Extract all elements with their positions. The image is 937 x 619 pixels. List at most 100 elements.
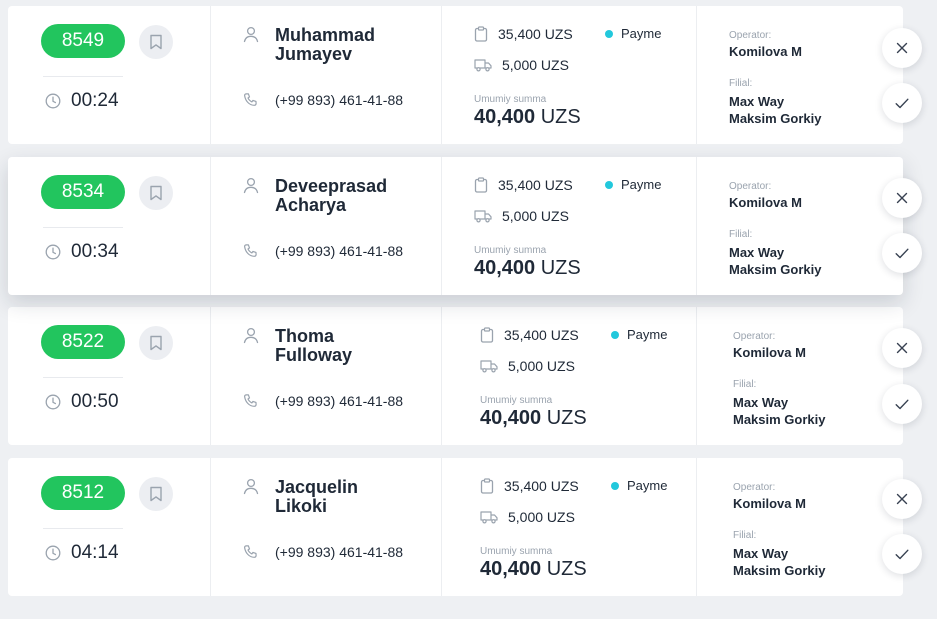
bookmark-button[interactable] bbox=[139, 477, 173, 511]
user-icon bbox=[243, 327, 259, 344]
operator-name: Komilova M bbox=[729, 195, 802, 210]
delivery-amount-value: 5,000 UZS bbox=[502, 57, 569, 73]
total-value: 40,400 bbox=[480, 558, 542, 580]
delivery-amount: 5,000 UZS bbox=[480, 509, 575, 525]
timer-value: 00:50 bbox=[71, 391, 119, 412]
bookmark-button[interactable] bbox=[139, 25, 173, 59]
reject-order-button[interactable] bbox=[882, 178, 922, 218]
order-number-badge[interactable]: 8534 bbox=[41, 175, 125, 209]
order-card[interactable]: 8522 00:50 Thoma Fulloway (+99 893) 461-… bbox=[8, 307, 903, 445]
total-label: Umumiy summa bbox=[474, 245, 547, 256]
filial-brand: Max Way bbox=[729, 245, 785, 260]
truck-icon bbox=[474, 210, 492, 223]
user-icon bbox=[243, 177, 259, 194]
payment-status-dot bbox=[611, 481, 619, 490]
order-id-column: 8549 00:24 bbox=[8, 6, 211, 144]
customer-first-name: Muhammad bbox=[275, 25, 376, 45]
customer-first-name: Deveeprasad bbox=[275, 176, 388, 196]
filial-brand: Max Way bbox=[733, 546, 789, 561]
reject-order-button[interactable] bbox=[882, 479, 922, 519]
delivery-amount-value: 5,000 UZS bbox=[508, 509, 575, 525]
customer-column: Jacquelin Likoki (+99 893) 461-41-88 bbox=[211, 458, 442, 596]
order-amount-value: 35,400 UZS bbox=[498, 26, 573, 42]
order-number-badge[interactable]: 8522 bbox=[41, 325, 125, 359]
phone-number: (+99 893) 461-41-88 bbox=[275, 92, 404, 108]
truck-icon bbox=[474, 59, 492, 72]
customer-column: Muhammad Jumayev (+99 893) 461-41-88 bbox=[211, 6, 442, 144]
user-icon bbox=[243, 26, 259, 43]
filial-label: Filial: bbox=[729, 229, 753, 240]
accept-order-button[interactable] bbox=[882, 233, 922, 273]
order-amount-value: 35,400 UZS bbox=[504, 478, 579, 494]
bookmark-button[interactable] bbox=[139, 176, 173, 210]
operator-name: Komilova M bbox=[729, 44, 802, 59]
order-timer: 00:34 bbox=[45, 241, 119, 263]
customer-name: Thoma Fulloway bbox=[275, 327, 415, 365]
accept-order-button[interactable] bbox=[882, 384, 922, 424]
filial-branch: Maksim Gorkiy bbox=[729, 111, 822, 126]
bookmark-button[interactable] bbox=[139, 326, 173, 360]
order-amount-value: 35,400 UZS bbox=[498, 177, 573, 193]
order-card[interactable]: 8549 00:24 Muhammad Jumayev (+99 893) 46… bbox=[8, 6, 903, 144]
order-timer: 00:50 bbox=[45, 391, 119, 413]
payment-method: Payme bbox=[611, 478, 667, 493]
operator-label: Operator: bbox=[733, 482, 776, 493]
payment-method-label: Payme bbox=[621, 26, 662, 41]
payment-method: Payme bbox=[605, 177, 661, 192]
total-value: 40,400 bbox=[474, 106, 536, 128]
accept-order-button[interactable] bbox=[882, 83, 922, 123]
customer-phone[interactable]: (+99 893) 461-41-88 bbox=[243, 243, 403, 259]
operator-label: Operator: bbox=[729, 30, 772, 41]
truck-icon bbox=[480, 511, 498, 524]
check-icon bbox=[895, 399, 909, 409]
total-amount: 40,400 UZS bbox=[474, 106, 581, 129]
reject-order-button[interactable] bbox=[882, 328, 922, 368]
check-icon bbox=[895, 98, 909, 108]
order-card[interactable]: 8512 04:14 Jacquelin Likoki (+99 893) 46… bbox=[8, 458, 903, 596]
customer-column: Thoma Fulloway (+99 893) 461-41-88 bbox=[211, 307, 442, 445]
check-icon bbox=[895, 549, 909, 559]
divider bbox=[43, 76, 123, 77]
customer-phone[interactable]: (+99 893) 461-41-88 bbox=[243, 393, 403, 409]
customer-column: Deveeprasad Acharya (+99 893) 461-41-88 bbox=[211, 157, 442, 295]
filial-name: Max Way Maksim Gorkiy bbox=[733, 394, 826, 428]
amount-column: 35,400 UZS Payme 5,000 UZS Umumiy summa … bbox=[442, 6, 697, 144]
order-amount: 35,400 UZS bbox=[480, 327, 579, 343]
divider bbox=[43, 528, 123, 529]
close-icon bbox=[896, 42, 908, 54]
amount-column: 35,400 UZS Payme 5,000 UZS Umumiy summa … bbox=[442, 458, 697, 596]
phone-number: (+99 893) 461-41-88 bbox=[275, 243, 404, 259]
delivery-amount: 5,000 UZS bbox=[474, 208, 569, 224]
amount-column: 35,400 UZS Payme 5,000 UZS Umumiy summa … bbox=[442, 307, 697, 445]
filial-brand: Max Way bbox=[729, 94, 785, 109]
operator-label: Operator: bbox=[733, 331, 776, 342]
filial-name: Max Way Maksim Gorkiy bbox=[729, 244, 822, 278]
order-number-badge[interactable]: 8549 bbox=[41, 24, 125, 58]
customer-phone[interactable]: (+99 893) 461-41-88 bbox=[243, 544, 403, 560]
timer-value: 00:34 bbox=[71, 241, 119, 262]
clipboard-icon bbox=[480, 478, 494, 494]
customer-phone[interactable]: (+99 893) 461-41-88 bbox=[243, 92, 403, 108]
order-id-column: 8512 04:14 bbox=[8, 458, 211, 596]
payment-method-label: Payme bbox=[621, 177, 662, 192]
customer-first-name: Jacquelin bbox=[275, 477, 359, 497]
customer-last-name: Likoki bbox=[275, 496, 328, 516]
filial-label: Filial: bbox=[729, 78, 753, 89]
accept-order-button[interactable] bbox=[882, 534, 922, 574]
order-timer: 04:14 bbox=[45, 542, 119, 564]
order-card[interactable]: 8534 00:34 Deveeprasad Acharya (+99 893)… bbox=[8, 157, 903, 295]
check-icon bbox=[895, 248, 909, 258]
customer-name: Deveeprasad Acharya bbox=[275, 177, 415, 215]
total-label: Umumiy summa bbox=[474, 94, 547, 105]
payment-method-label: Payme bbox=[627, 478, 668, 493]
timer-value: 00:24 bbox=[71, 90, 119, 111]
payment-method-label: Payme bbox=[627, 327, 668, 342]
total-currency: UZS bbox=[546, 407, 587, 429]
bookmark-icon bbox=[150, 486, 162, 502]
total-currency: UZS bbox=[540, 257, 581, 279]
reject-order-button[interactable] bbox=[882, 28, 922, 68]
phone-icon bbox=[244, 93, 257, 106]
total-value: 40,400 bbox=[480, 407, 542, 429]
order-number-badge[interactable]: 8512 bbox=[41, 476, 125, 510]
order-amount: 35,400 UZS bbox=[474, 26, 573, 42]
